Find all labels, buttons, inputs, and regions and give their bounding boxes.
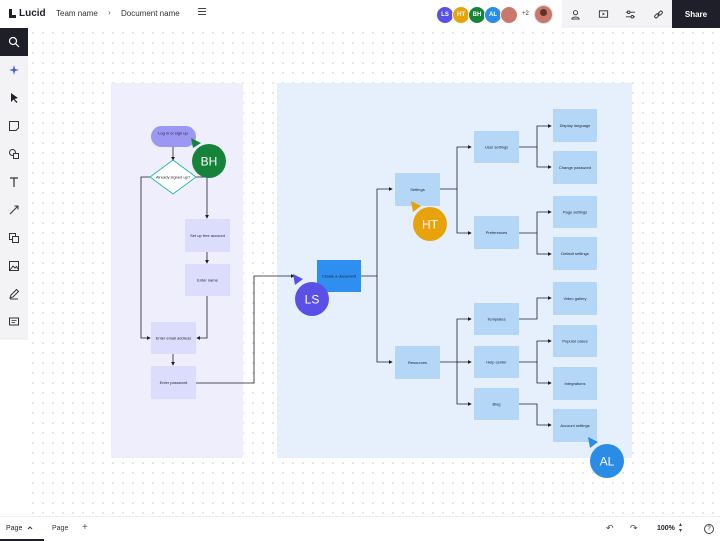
- node-enter-name-label: Enter name: [197, 278, 218, 283]
- node-help-center-label: Help center: [486, 360, 507, 365]
- add-page-button[interactable]: +: [82, 522, 88, 533]
- node-popular-cases-label: Popular cases: [562, 339, 587, 344]
- settings-sliders-icon[interactable]: [617, 0, 645, 28]
- help-button[interactable]: ?: [704, 524, 714, 534]
- zoom-stepper-icon[interactable]: ▴ ▾: [679, 522, 682, 534]
- node-blog-label: Blog: [492, 402, 500, 407]
- image-tool-button[interactable]: [0, 252, 28, 280]
- frame-tool-button[interactable]: [0, 224, 28, 252]
- shapes-icon: [9, 149, 19, 159]
- text-tool-button[interactable]: [0, 168, 28, 196]
- node-login-label: Log in or sign up: [158, 131, 188, 136]
- node-enter-password-label: Enter password: [160, 380, 188, 385]
- shapes-tool-button[interactable]: [0, 140, 28, 168]
- person-icon[interactable]: [562, 0, 590, 28]
- avatar-photo[interactable]: [500, 6, 518, 24]
- svg-text:AL: AL: [600, 455, 615, 469]
- breadcrumb-separator: ›: [108, 8, 111, 17]
- chevron-up-icon[interactable]: [27, 525, 33, 531]
- logo-text: Lucid: [19, 8, 46, 19]
- search-icon: [8, 36, 20, 48]
- draw-tool-button[interactable]: [0, 280, 28, 308]
- frame-icon: [9, 233, 19, 243]
- node-preferences-label: Preferences: [486, 230, 508, 235]
- more-collaborators[interactable]: +2: [522, 11, 529, 24]
- collaborator-avatars[interactable]: LS HT BH AL +2: [436, 6, 529, 24]
- select-tool-button[interactable]: [0, 84, 28, 112]
- node-set-up-account-label: Set up free account: [190, 233, 226, 238]
- link-icon[interactable]: [645, 0, 673, 28]
- sticky-note-icon: [9, 121, 19, 131]
- node-integrations-label: Integrations: [565, 381, 586, 386]
- node-signed-up-label: Already signed up?: [156, 175, 191, 180]
- current-user-avatar[interactable]: [534, 5, 553, 24]
- sticky-note-tool-button[interactable]: [0, 112, 28, 140]
- comment-icon: [9, 317, 19, 326]
- flowchart-diagram: Log in or sign up Already signed up? Set…: [111, 83, 632, 478]
- line-tool-button[interactable]: [0, 196, 28, 224]
- node-resources-label: Resources: [408, 360, 427, 365]
- pointer-icon: [11, 93, 18, 103]
- share-button[interactable]: Share: [672, 0, 720, 28]
- page-tab-active[interactable]: Page: [0, 517, 44, 541]
- header-toolbar: [562, 0, 672, 28]
- node-settings-label: Settings: [410, 187, 424, 192]
- node-change-password-label: Change password: [559, 165, 591, 170]
- comment-tool-button[interactable]: [0, 308, 28, 336]
- breadcrumb-document[interactable]: Document name: [121, 9, 180, 18]
- menu-icon[interactable]: [198, 8, 206, 16]
- node-user-settings-label: User settings: [485, 145, 508, 150]
- node-default-settings-label: Default settings: [561, 251, 589, 256]
- breadcrumb-team[interactable]: Team name: [56, 9, 98, 18]
- line-arrow-icon: [9, 205, 19, 215]
- lucid-logo[interactable]: Lucid: [9, 8, 46, 19]
- node-video-gallery-label: Video gallery: [563, 296, 586, 301]
- sparkle-icon: [9, 65, 19, 75]
- node-page-settings-label: Page settings: [563, 210, 587, 215]
- zoom-level[interactable]: 100%: [657, 525, 675, 532]
- present-icon[interactable]: [590, 0, 618, 28]
- undo-icon[interactable]: ↶: [606, 523, 614, 534]
- node-enter-email-label: Enter email address: [156, 336, 192, 341]
- svg-text:LS: LS: [305, 293, 320, 307]
- pen-icon: [9, 288, 20, 300]
- redo-icon[interactable]: ↷: [630, 523, 638, 534]
- bottom-bar: Page Page + ↶ ↷ 100% ▴ ▾ ?: [0, 516, 720, 541]
- search-tool-button[interactable]: [0, 28, 28, 56]
- svg-text:HT: HT: [422, 218, 439, 232]
- ai-tool-button[interactable]: [0, 56, 28, 84]
- text-icon: [10, 177, 18, 187]
- page-tab-2[interactable]: Page: [52, 525, 68, 532]
- image-icon: [9, 261, 19, 271]
- svg-text:BH: BH: [201, 155, 218, 169]
- lucid-logo-icon: [9, 9, 17, 18]
- top-bar: Lucid Team name › Document name LS HT BH…: [0, 0, 720, 28]
- page-tab-label: Page: [6, 524, 23, 532]
- node-login[interactable]: [151, 126, 196, 147]
- left-toolbar: [0, 28, 28, 340]
- node-create-document-label: Create a document: [322, 274, 357, 279]
- node-account-settings-label: Account settings: [560, 423, 589, 428]
- node-templates-label: Templates: [487, 317, 505, 322]
- node-display-language-label: Display language: [560, 123, 591, 128]
